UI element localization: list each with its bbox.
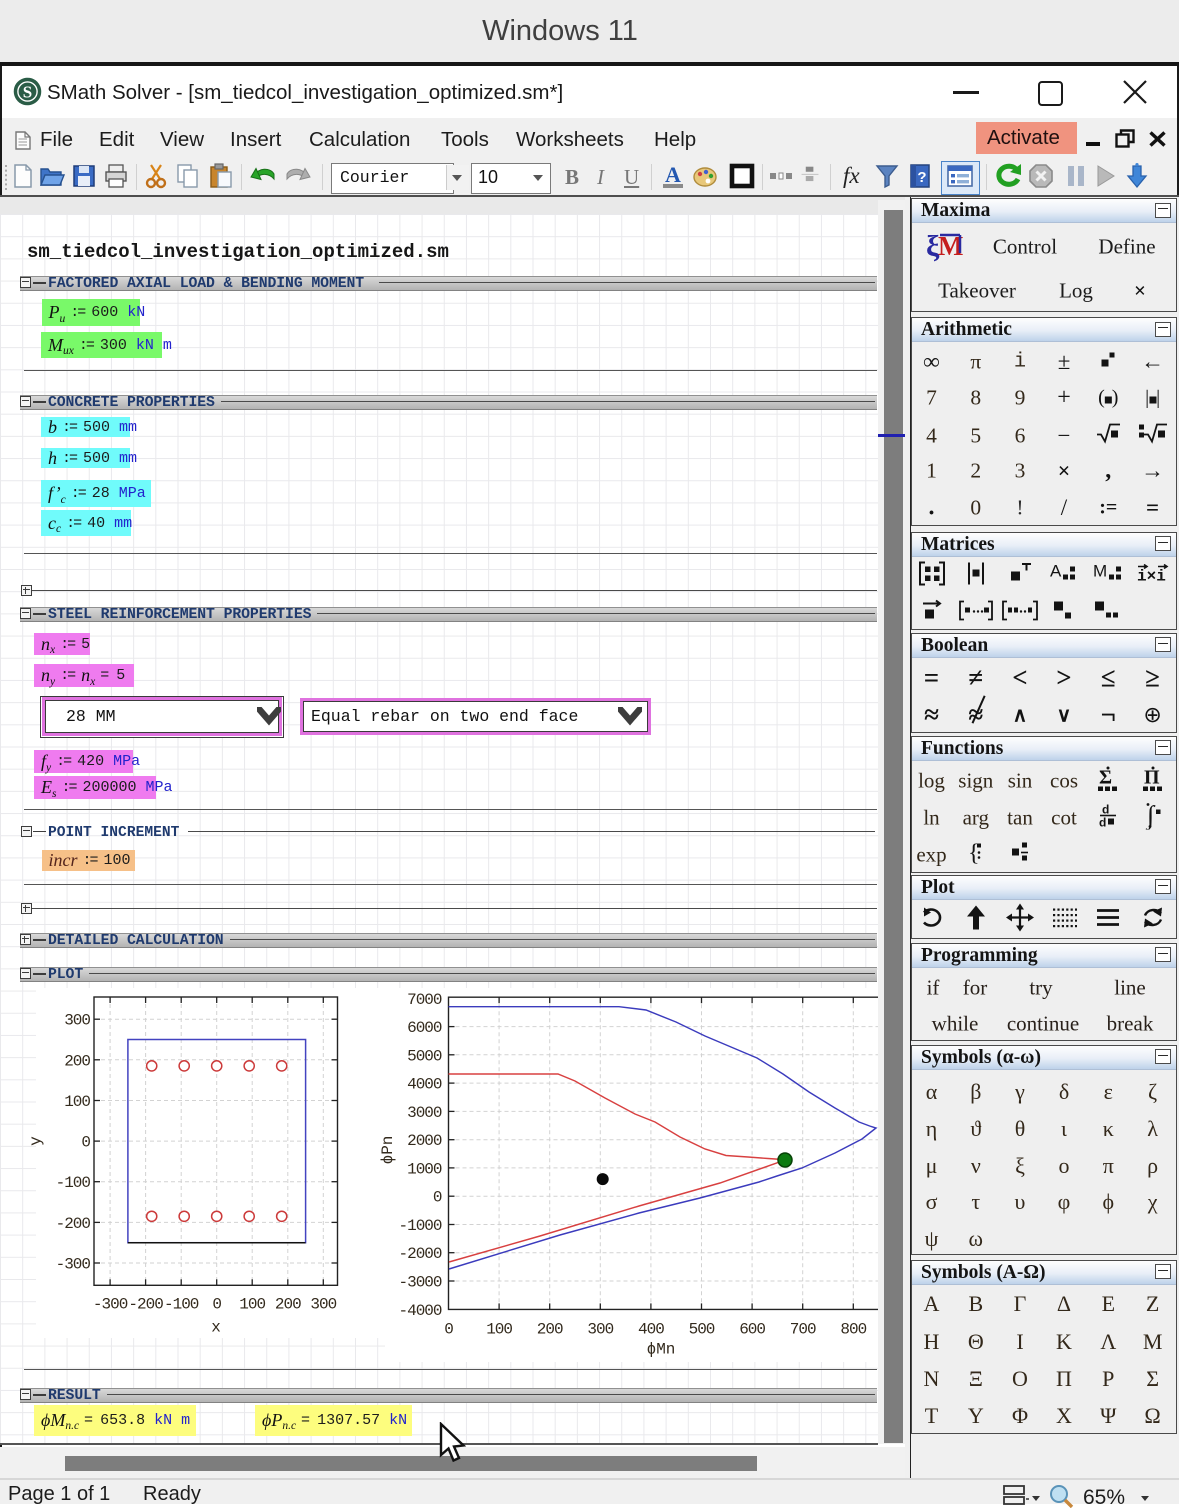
- svg-text:200: 200: [537, 1320, 563, 1338]
- svg-text:800: 800: [840, 1320, 866, 1338]
- svg-text:-4000: -4000: [398, 1302, 441, 1320]
- svg-text:100: 100: [64, 1093, 90, 1111]
- svg-text:200: 200: [275, 1295, 301, 1313]
- svg-text:1000: 1000: [407, 1160, 442, 1178]
- svg-text:d: d: [1099, 816, 1106, 829]
- svg-text:A: A: [1050, 561, 1062, 580]
- svg-text:0: 0: [81, 1134, 90, 1152]
- svg-text:-100: -100: [56, 1174, 91, 1192]
- svg-text:7000: 7000: [407, 991, 442, 1009]
- svg-text:ϕPn: ϕPn: [379, 1136, 397, 1165]
- svg-text:0: 0: [444, 1320, 453, 1338]
- svg-text:-300: -300: [93, 1295, 128, 1313]
- svg-text:500: 500: [689, 1320, 715, 1338]
- svg-text:?: ?: [917, 169, 926, 186]
- svg-text:0: 0: [212, 1295, 221, 1313]
- svg-text:5000: 5000: [407, 1047, 442, 1065]
- svg-text:i×i: i×i: [1137, 567, 1166, 585]
- svg-text:S: S: [23, 83, 32, 102]
- svg-text:0: 0: [433, 1189, 442, 1207]
- svg-text:d: d: [1102, 803, 1109, 817]
- svg-text:-300: -300: [56, 1256, 91, 1274]
- svg-text:600: 600: [739, 1320, 765, 1338]
- svg-text:A: A: [665, 163, 681, 187]
- svg-text:6000: 6000: [407, 1019, 442, 1037]
- svg-text:300: 300: [587, 1320, 613, 1338]
- svg-text:Σ: Σ: [1099, 767, 1112, 789]
- svg-text:4000: 4000: [407, 1076, 442, 1094]
- svg-text:300: 300: [310, 1295, 336, 1313]
- svg-text:3000: 3000: [407, 1104, 442, 1122]
- svg-text:y: y: [27, 1136, 45, 1146]
- svg-text:400: 400: [638, 1320, 664, 1338]
- svg-text:M: M: [1093, 561, 1107, 580]
- svg-text:200: 200: [64, 1052, 90, 1070]
- svg-text:-2000: -2000: [398, 1245, 441, 1263]
- svg-text:100: 100: [486, 1320, 512, 1338]
- svg-text:100: 100: [239, 1295, 265, 1313]
- svg-text:-200: -200: [128, 1295, 163, 1313]
- svg-text:-1000: -1000: [398, 1217, 441, 1235]
- svg-text:-200: -200: [56, 1215, 91, 1233]
- svg-text:Π: Π: [1144, 767, 1160, 789]
- svg-text:700: 700: [790, 1320, 816, 1338]
- svg-text:-3000: -3000: [398, 1274, 441, 1292]
- svg-text:2000: 2000: [407, 1132, 442, 1150]
- svg-text:ϕMn: ϕMn: [647, 1340, 676, 1358]
- svg-text:-100: -100: [164, 1295, 199, 1313]
- svg-text:x: x: [211, 1318, 221, 1336]
- svg-text:300: 300: [64, 1012, 90, 1030]
